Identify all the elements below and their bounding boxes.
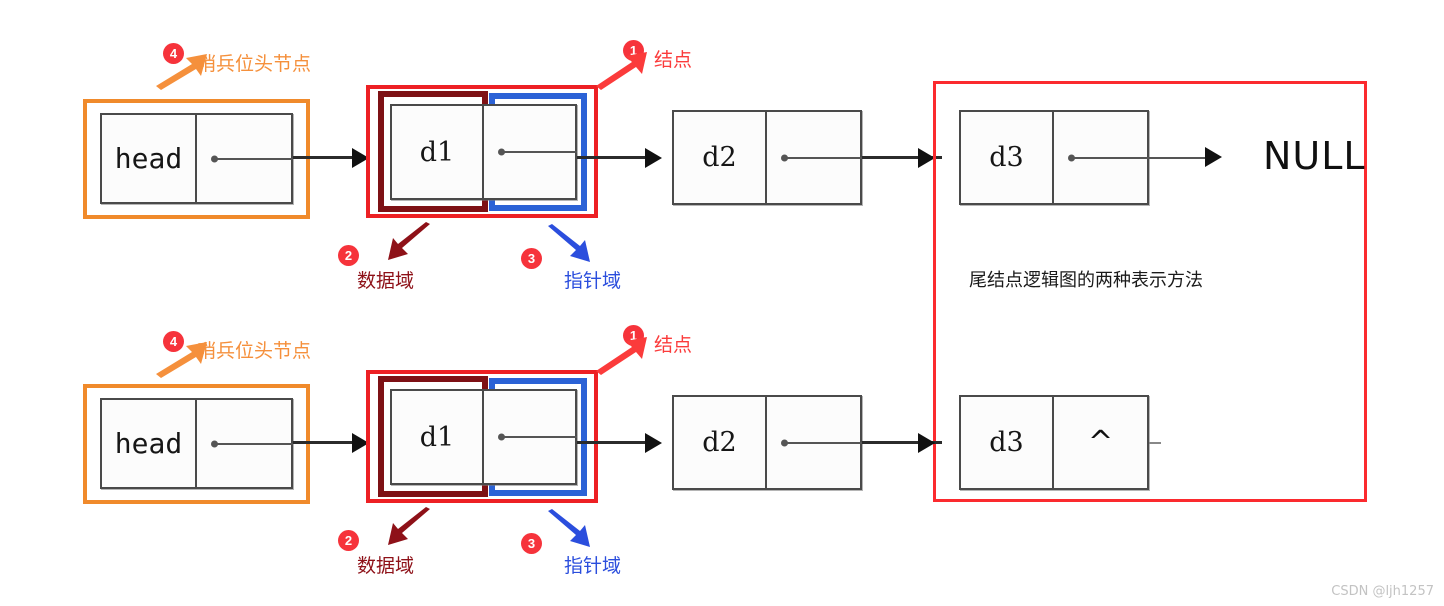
callout-arrow-blue-bottom <box>546 509 592 553</box>
node-d3-bottom-data-value: d3 <box>989 427 1024 458</box>
node-head-bottom-data-cell: head <box>102 400 198 487</box>
node-head-bottom: head <box>100 398 293 489</box>
node-d2-bottom-data-value: d2 <box>702 427 737 458</box>
node-head-bottom-data-value: head <box>114 426 183 460</box>
tail-representation-note: 尾结点逻辑图的两种表示方法 <box>969 270 1203 291</box>
arrow-head-icon-d3-null <box>1205 147 1222 167</box>
node-d1-top-pointer-cell <box>484 106 577 198</box>
node-d3-bottom: d3 ^ <box>959 395 1149 490</box>
node-d3-top-pointer-cell <box>1054 112 1149 203</box>
node-d1-bottom-data-value: d1 <box>419 421 455 453</box>
null-terminator-label: NULL <box>1263 134 1366 178</box>
node-d3-top: d3 <box>959 110 1149 205</box>
node-d2-top: d2 <box>672 110 862 205</box>
node-d2-top-pointer-cell <box>767 112 862 203</box>
callout-arrow-red-top <box>594 50 650 90</box>
node-d1-bottom-pointer-cell <box>484 391 577 483</box>
callout-label-sentinel-head-top: 哨兵位头节点 <box>197 53 312 75</box>
pointer-stub-line <box>215 442 293 445</box>
pointer-stub-line <box>502 436 577 438</box>
callout-label-node-bottom: 结点 <box>654 334 693 356</box>
node-d1-top: d1 <box>390 104 577 200</box>
callout-label-node-top: 结点 <box>654 49 693 71</box>
pointer-stub-line <box>502 151 577 153</box>
node-d2-bottom-pointer-cell <box>767 397 862 488</box>
pointer-stub-line <box>785 156 862 159</box>
callout-label-sentinel-head-bottom: 哨兵位头节点 <box>197 340 312 362</box>
callout-badge-2-bottom: 2 <box>338 530 359 551</box>
callout-label-data-field-bottom: 数据域 <box>357 555 415 577</box>
pointer-stub-line <box>785 441 862 444</box>
node-d1-top-data-value: d1 <box>419 136 455 168</box>
callout-arrow-blue-top <box>546 224 592 268</box>
node-d2-top-data-cell: d2 <box>674 112 768 203</box>
node-d2-bottom-data-cell: d2 <box>674 397 768 488</box>
connector-d3-null-top <box>1149 157 1211 159</box>
node-d3-top-data-value: d3 <box>989 142 1024 173</box>
callout-label-pointer-field-bottom: 指针域 <box>564 555 622 577</box>
diagram-canvas: 4 哨兵位头节点 head d1 1 结点 2 数据域 3 指针域 d2 d3 … <box>0 0 1444 606</box>
node-d1-bottom: d1 <box>390 389 577 485</box>
node-head-top-data-cell: head <box>102 115 198 202</box>
node-head-top-data-value: head <box>114 141 183 175</box>
node-d3-top-data-cell: d3 <box>961 112 1055 203</box>
node-d1-top-data-cell: d1 <box>392 106 485 198</box>
node-d1-bottom-data-cell: d1 <box>392 391 485 483</box>
arrow-head-icon-d1-d2-bottom <box>645 433 662 453</box>
callout-badge-3-bottom: 3 <box>521 533 542 554</box>
arrow-head-icon-d1-d2-top <box>645 148 662 168</box>
node-d3-bottom-data-cell: d3 <box>961 397 1055 488</box>
callout-arrow-darkred-bottom <box>386 507 432 549</box>
csdn-watermark: CSDN @ljh1257 <box>1331 584 1434 599</box>
callout-arrow-red-bottom <box>594 335 650 375</box>
arrow-head-icon-d2-d3-bottom <box>918 433 935 453</box>
node-head-top: head <box>100 113 293 204</box>
callout-badge-2-top: 2 <box>338 245 359 266</box>
node-head-bottom-pointer-cell <box>197 400 293 487</box>
node-d3-bottom-pointer-cell: ^ <box>1054 397 1147 488</box>
connector-d3-stub-bottom <box>1149 442 1161 444</box>
null-caret-icon: ^ <box>1087 424 1114 460</box>
node-d2-bottom: d2 <box>672 395 862 490</box>
pointer-stub-line <box>215 157 293 160</box>
pointer-stub-line <box>1072 156 1149 159</box>
node-d2-top-data-value: d2 <box>702 142 737 173</box>
callout-badge-3-top: 3 <box>521 248 542 269</box>
callout-arrow-darkred-top <box>386 222 432 264</box>
node-head-top-pointer-cell <box>197 115 293 202</box>
callout-label-pointer-field-top: 指针域 <box>564 270 622 292</box>
callout-label-data-field-top: 数据域 <box>357 270 415 292</box>
